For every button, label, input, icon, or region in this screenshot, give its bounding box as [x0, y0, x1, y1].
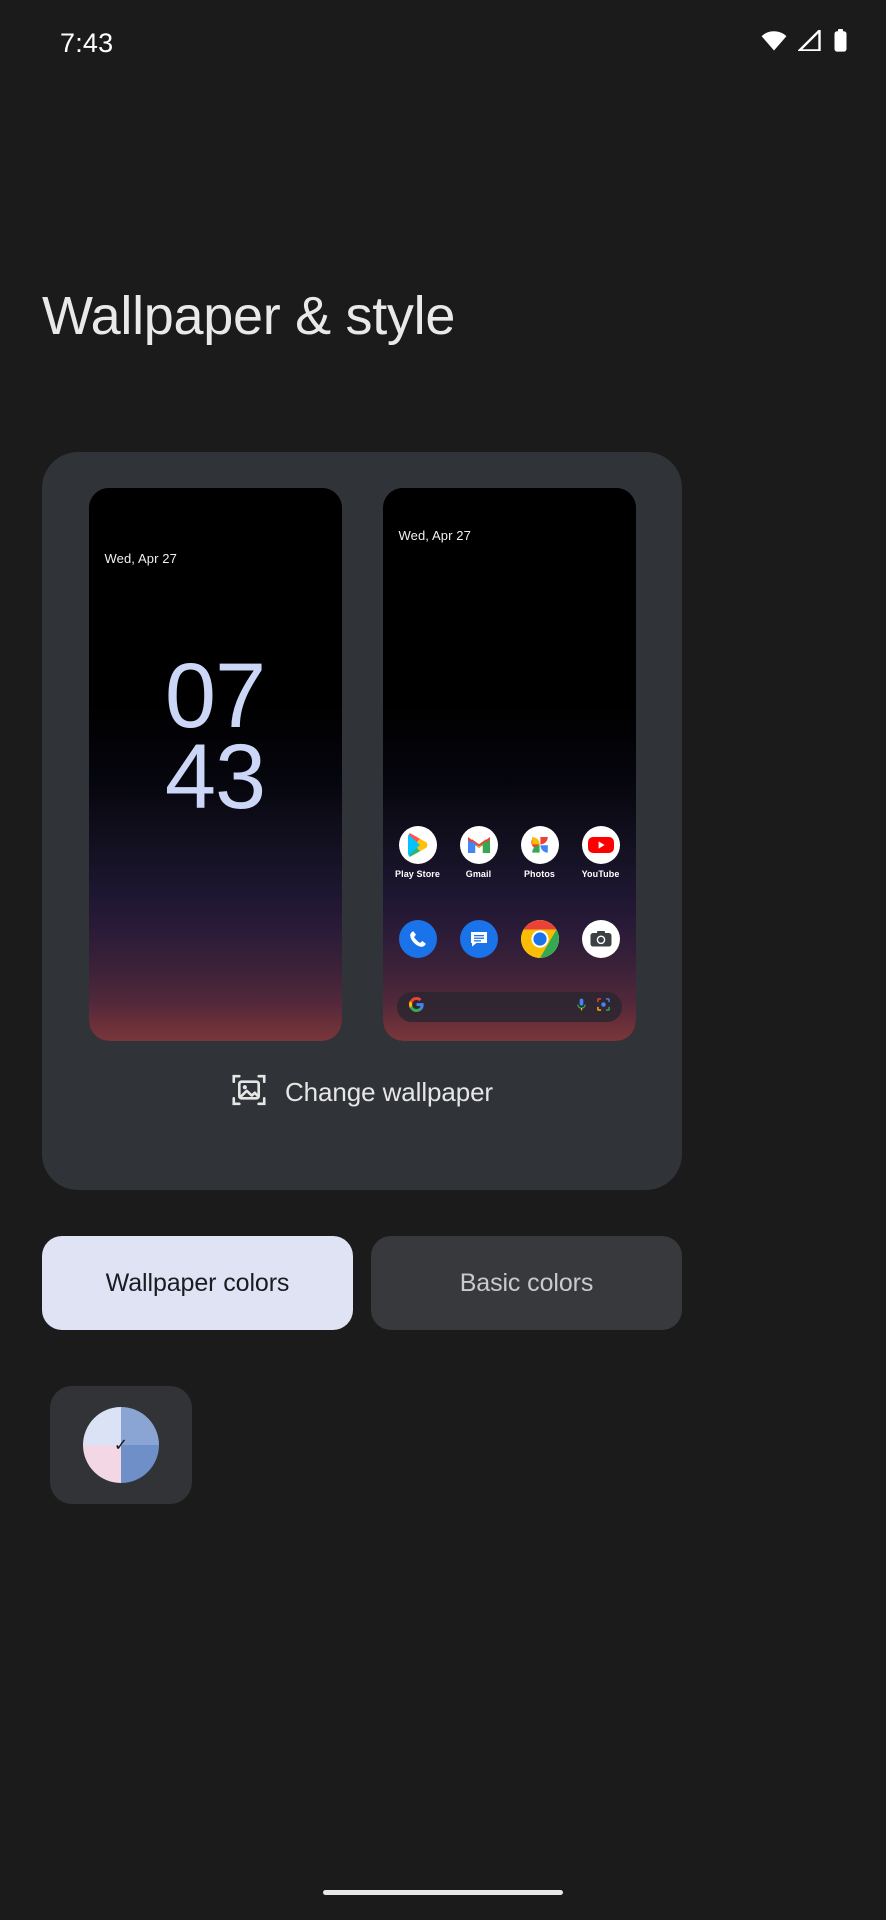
- home-gesture-pill[interactable]: [323, 1889, 563, 1895]
- youtube-icon: [581, 826, 620, 864]
- clock-minutes: 43: [164, 725, 266, 828]
- lock-screen-clock: 07 43: [89, 645, 342, 828]
- dock-messages[interactable]: [453, 920, 505, 958]
- wallpaper-color-option-1[interactable]: ✓: [50, 1386, 192, 1504]
- cell-signal-icon: [796, 27, 822, 56]
- app-label: YouTube: [581, 869, 620, 879]
- image-picker-icon: [231, 1072, 267, 1113]
- app-youtube[interactable]: YouTube: [575, 826, 627, 879]
- lock-screen-preview[interactable]: Wed, Apr 27 07 43: [88, 488, 342, 1041]
- dock-phone[interactable]: [392, 920, 444, 958]
- home-app-row: Play Store Gmail Photos YouTube: [392, 826, 627, 879]
- google-g-icon: [408, 997, 424, 1017]
- dock-camera[interactable]: [575, 920, 627, 958]
- app-label: Play Store: [394, 869, 441, 879]
- check-icon: ✓: [113, 1435, 129, 1455]
- gmail-icon: [459, 826, 498, 864]
- preview-pair: Wed, Apr 27 07 43 Wed, Apr 27 Play Store…: [42, 488, 682, 1041]
- page-title: Wallpaper & style: [42, 286, 456, 346]
- status-bar-icons: [761, 27, 848, 57]
- app-gmail[interactable]: Gmail: [453, 826, 505, 879]
- app-label: Gmail: [465, 869, 492, 879]
- messages-icon: [459, 920, 498, 958]
- status-bar: 7:43: [0, 0, 886, 86]
- play-store-icon: [398, 826, 437, 864]
- app-photos[interactable]: Photos: [514, 826, 566, 879]
- change-wallpaper-button[interactable]: Change wallpaper: [42, 1072, 682, 1113]
- google-lens-icon: [596, 998, 610, 1016]
- dock-chrome[interactable]: [514, 920, 566, 958]
- change-wallpaper-label: Change wallpaper: [285, 1077, 493, 1107]
- app-play-store[interactable]: Play Store: [392, 826, 444, 879]
- camera-icon: [581, 920, 620, 958]
- phone-icon: [398, 920, 437, 958]
- google-photos-icon: [520, 826, 559, 864]
- navigation-bar: [0, 1864, 886, 1920]
- clock-hours: 07: [164, 645, 266, 747]
- home-screen-preview[interactable]: Wed, Apr 27 Play Store Gmail Photos YouT…: [382, 488, 636, 1041]
- tab-basic-colors[interactable]: Basic colors: [371, 1236, 682, 1330]
- app-label: Photos: [523, 869, 556, 879]
- microphone-icon: [576, 998, 587, 1016]
- tab-wallpaper-colors[interactable]: Wallpaper colors: [42, 1236, 353, 1330]
- home-dock-row: [392, 920, 627, 958]
- wallpaper-preview-card: Wed, Apr 27 07 43 Wed, Apr 27 Play Store…: [42, 452, 682, 1190]
- chrome-icon: [520, 920, 559, 958]
- color-swatch: ✓: [83, 1407, 159, 1483]
- google-search-bar[interactable]: [396, 992, 622, 1022]
- home-screen-date: Wed, Apr 27: [398, 528, 471, 543]
- status-bar-clock: 7:43: [60, 27, 114, 58]
- home-screen-wallpaper: [382, 488, 636, 1041]
- wifi-icon: [761, 30, 787, 56]
- lock-screen-date: Wed, Apr 27: [104, 551, 177, 566]
- color-swatch-row: ✓: [50, 1386, 192, 1504]
- battery-icon: [833, 29, 848, 57]
- color-mode-tabs: Wallpaper colors Basic colors: [42, 1236, 682, 1330]
